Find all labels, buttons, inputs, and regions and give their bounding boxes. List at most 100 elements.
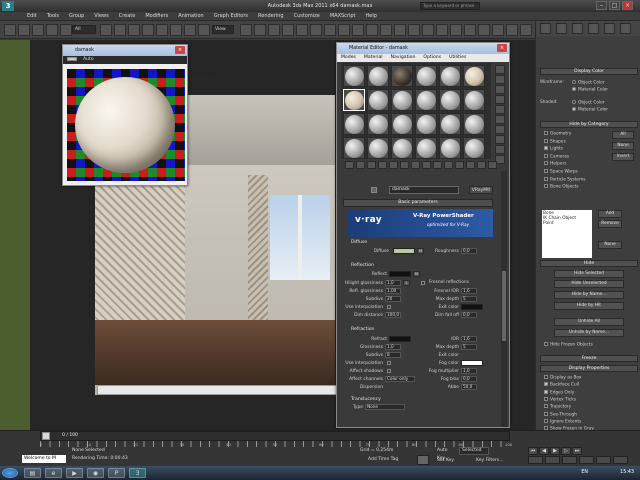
hide-button[interactable]: Hide Unselected bbox=[554, 280, 624, 288]
toolbar-tool-icon[interactable] bbox=[128, 24, 140, 36]
hide-frozen-checkbox[interactable]: Hide Frozen Objects bbox=[544, 342, 593, 348]
minimize-button[interactable]: – bbox=[596, 1, 607, 10]
list-none-button[interactable]: None bbox=[598, 241, 622, 249]
category-checkbox[interactable]: Shapes bbox=[544, 138, 566, 144]
refr-subdivs-spinner[interactable]: 8 bbox=[385, 352, 401, 358]
me-menu-options[interactable]: Options bbox=[419, 55, 445, 60]
material-swatch-window[interactable]: damask × Auto bbox=[62, 44, 188, 186]
app-logo-icon[interactable]: 3 bbox=[2, 1, 14, 11]
navigation-control-icon[interactable] bbox=[579, 456, 594, 464]
category-none-button[interactable]: None bbox=[612, 142, 634, 150]
translucency-type-dropdown[interactable]: None bbox=[365, 404, 405, 410]
display-property-checkbox[interactable]: Backface Cull bbox=[544, 382, 579, 388]
category-checkbox[interactable]: Space Warps bbox=[544, 169, 578, 175]
command-panel-tab-icon[interactable] bbox=[604, 23, 615, 34]
command-panel-tab-icon[interactable] bbox=[540, 23, 551, 34]
menu-edit[interactable]: Edit bbox=[22, 12, 42, 21]
navigation-control-icon[interactable] bbox=[596, 456, 611, 464]
command-panel-tab-icon[interactable] bbox=[620, 23, 631, 34]
add-time-tag[interactable]: Add Time Tag bbox=[368, 457, 398, 462]
toolbar-tool-icon[interactable] bbox=[520, 24, 532, 36]
key-filters-button[interactable]: Key Filters... bbox=[476, 457, 508, 465]
menu-group[interactable]: Group bbox=[64, 12, 89, 21]
category-checkbox[interactable]: Lights bbox=[544, 146, 563, 152]
refl-subdivs-spinner[interactable]: 20 bbox=[385, 296, 401, 302]
material-type-button[interactable]: VRayMtl bbox=[469, 186, 493, 194]
wf-material-color-radio[interactable]: Material Color bbox=[572, 87, 608, 93]
category-checkbox[interactable]: Helpers bbox=[544, 161, 566, 167]
selection-filter-dropdown[interactable]: All bbox=[72, 25, 96, 34]
toolbar-tool-icon[interactable] bbox=[46, 24, 58, 36]
menu-maxscript[interactable]: MAXScript bbox=[325, 12, 361, 21]
toolbar-tool-icon[interactable] bbox=[198, 24, 210, 36]
display-property-checkbox[interactable]: Trajectory bbox=[544, 404, 571, 410]
playback-control-icon[interactable]: ⏮ bbox=[528, 447, 538, 455]
sample-option-icon[interactable] bbox=[495, 85, 505, 94]
sample-option-icon[interactable] bbox=[495, 145, 505, 154]
toolbar-tool-icon[interactable] bbox=[296, 24, 308, 36]
toolbar-tool-icon[interactable] bbox=[422, 24, 434, 36]
close-button[interactable]: × bbox=[622, 1, 633, 10]
material-sample-slot[interactable] bbox=[367, 65, 389, 87]
toolbar-tool-icon[interactable] bbox=[450, 24, 462, 36]
material-sample-slot[interactable] bbox=[343, 65, 365, 87]
parameters-scrollbar[interactable] bbox=[501, 171, 507, 427]
material-tool-icon[interactable] bbox=[477, 161, 486, 169]
auto-checkbox[interactable]: Auto bbox=[63, 56, 102, 62]
material-name-field[interactable]: damask bbox=[389, 186, 459, 194]
command-panel-tab-icon[interactable] bbox=[556, 23, 567, 34]
toolbar-tool-icon[interactable] bbox=[492, 24, 504, 36]
list-remove-button[interactable]: Remove bbox=[598, 220, 622, 228]
category-checkbox[interactable]: Cameras bbox=[544, 153, 569, 159]
start-button[interactable] bbox=[2, 468, 18, 478]
me-menu-utilities[interactable]: Utilities bbox=[445, 55, 470, 60]
material-sample-slot[interactable] bbox=[391, 113, 413, 135]
playback-control-icon[interactable]: ▷ bbox=[561, 447, 571, 455]
hilight-glossiness-spinner[interactable]: 1,0 bbox=[385, 280, 401, 286]
toolbar-tool-icon[interactable] bbox=[478, 24, 490, 36]
time-slider-thumb[interactable] bbox=[42, 432, 50, 440]
toolbar-tool-icon[interactable] bbox=[268, 24, 280, 36]
photoshop-taskbar-icon[interactable]: P bbox=[108, 468, 125, 478]
toolbar-tool-icon[interactable] bbox=[338, 24, 350, 36]
toolbar-tool-icon[interactable] bbox=[170, 24, 182, 36]
menu-modifiers[interactable]: Modifiers bbox=[140, 12, 173, 21]
category-all-button[interactable]: All bbox=[612, 131, 634, 139]
freeze-rollout[interactable]: Freeze bbox=[540, 355, 638, 362]
material-sample-slot[interactable] bbox=[367, 113, 389, 135]
sample-option-icon[interactable] bbox=[495, 125, 505, 134]
category-invert-button[interactable]: Invert bbox=[612, 153, 634, 161]
key-selection-dropdown[interactable]: Selected bbox=[459, 447, 489, 455]
category-checkbox[interactable]: Particle Systems bbox=[544, 176, 586, 182]
menu-graph-editors[interactable]: Graph Editors bbox=[209, 12, 253, 21]
fresnel-checkbox[interactable] bbox=[421, 280, 427, 286]
list-item[interactable]: Point bbox=[543, 221, 591, 226]
material-tool-icon[interactable] bbox=[455, 161, 464, 169]
material-tool-icon[interactable] bbox=[356, 161, 365, 169]
material-sample-slot[interactable] bbox=[439, 137, 461, 159]
toolbar-tool-icon[interactable] bbox=[310, 24, 322, 36]
time-slider-track[interactable] bbox=[40, 431, 510, 441]
category-checkbox[interactable]: Bone Objects bbox=[544, 184, 579, 190]
navigation-control-icon[interactable] bbox=[528, 456, 543, 464]
wf-object-color-radio[interactable]: Object Color bbox=[572, 80, 605, 86]
display-property-checkbox[interactable]: Vertex Ticks bbox=[544, 396, 576, 402]
navigation-control-icon[interactable] bbox=[545, 456, 560, 464]
material-tool-icon[interactable] bbox=[444, 161, 453, 169]
abbe-spinner[interactable]: 50,0 bbox=[461, 384, 477, 390]
toolbar-tool-icon[interactable] bbox=[506, 24, 518, 36]
material-tool-icon[interactable] bbox=[411, 161, 420, 169]
refl-exit-color-swatch[interactable] bbox=[461, 304, 483, 310]
material-editor-close-button[interactable]: × bbox=[497, 44, 507, 52]
material-tool-icon[interactable] bbox=[422, 161, 431, 169]
sample-option-icon[interactable] bbox=[495, 135, 505, 144]
material-sample-slot[interactable] bbox=[463, 113, 485, 135]
refr-max-depth-spinner[interactable]: 5 bbox=[461, 344, 477, 350]
search-input[interactable]: Type a keyword or phrase bbox=[420, 2, 480, 10]
sh-material-color-radio[interactable]: Material Color bbox=[572, 107, 608, 113]
material-tool-icon[interactable] bbox=[345, 161, 354, 169]
material-sample-slot[interactable] bbox=[391, 137, 413, 159]
display-property-checkbox[interactable]: Ignore Extents bbox=[544, 418, 581, 424]
toolbar-tool-icon[interactable] bbox=[18, 24, 30, 36]
ie-taskbar-icon[interactable]: e bbox=[45, 468, 62, 478]
